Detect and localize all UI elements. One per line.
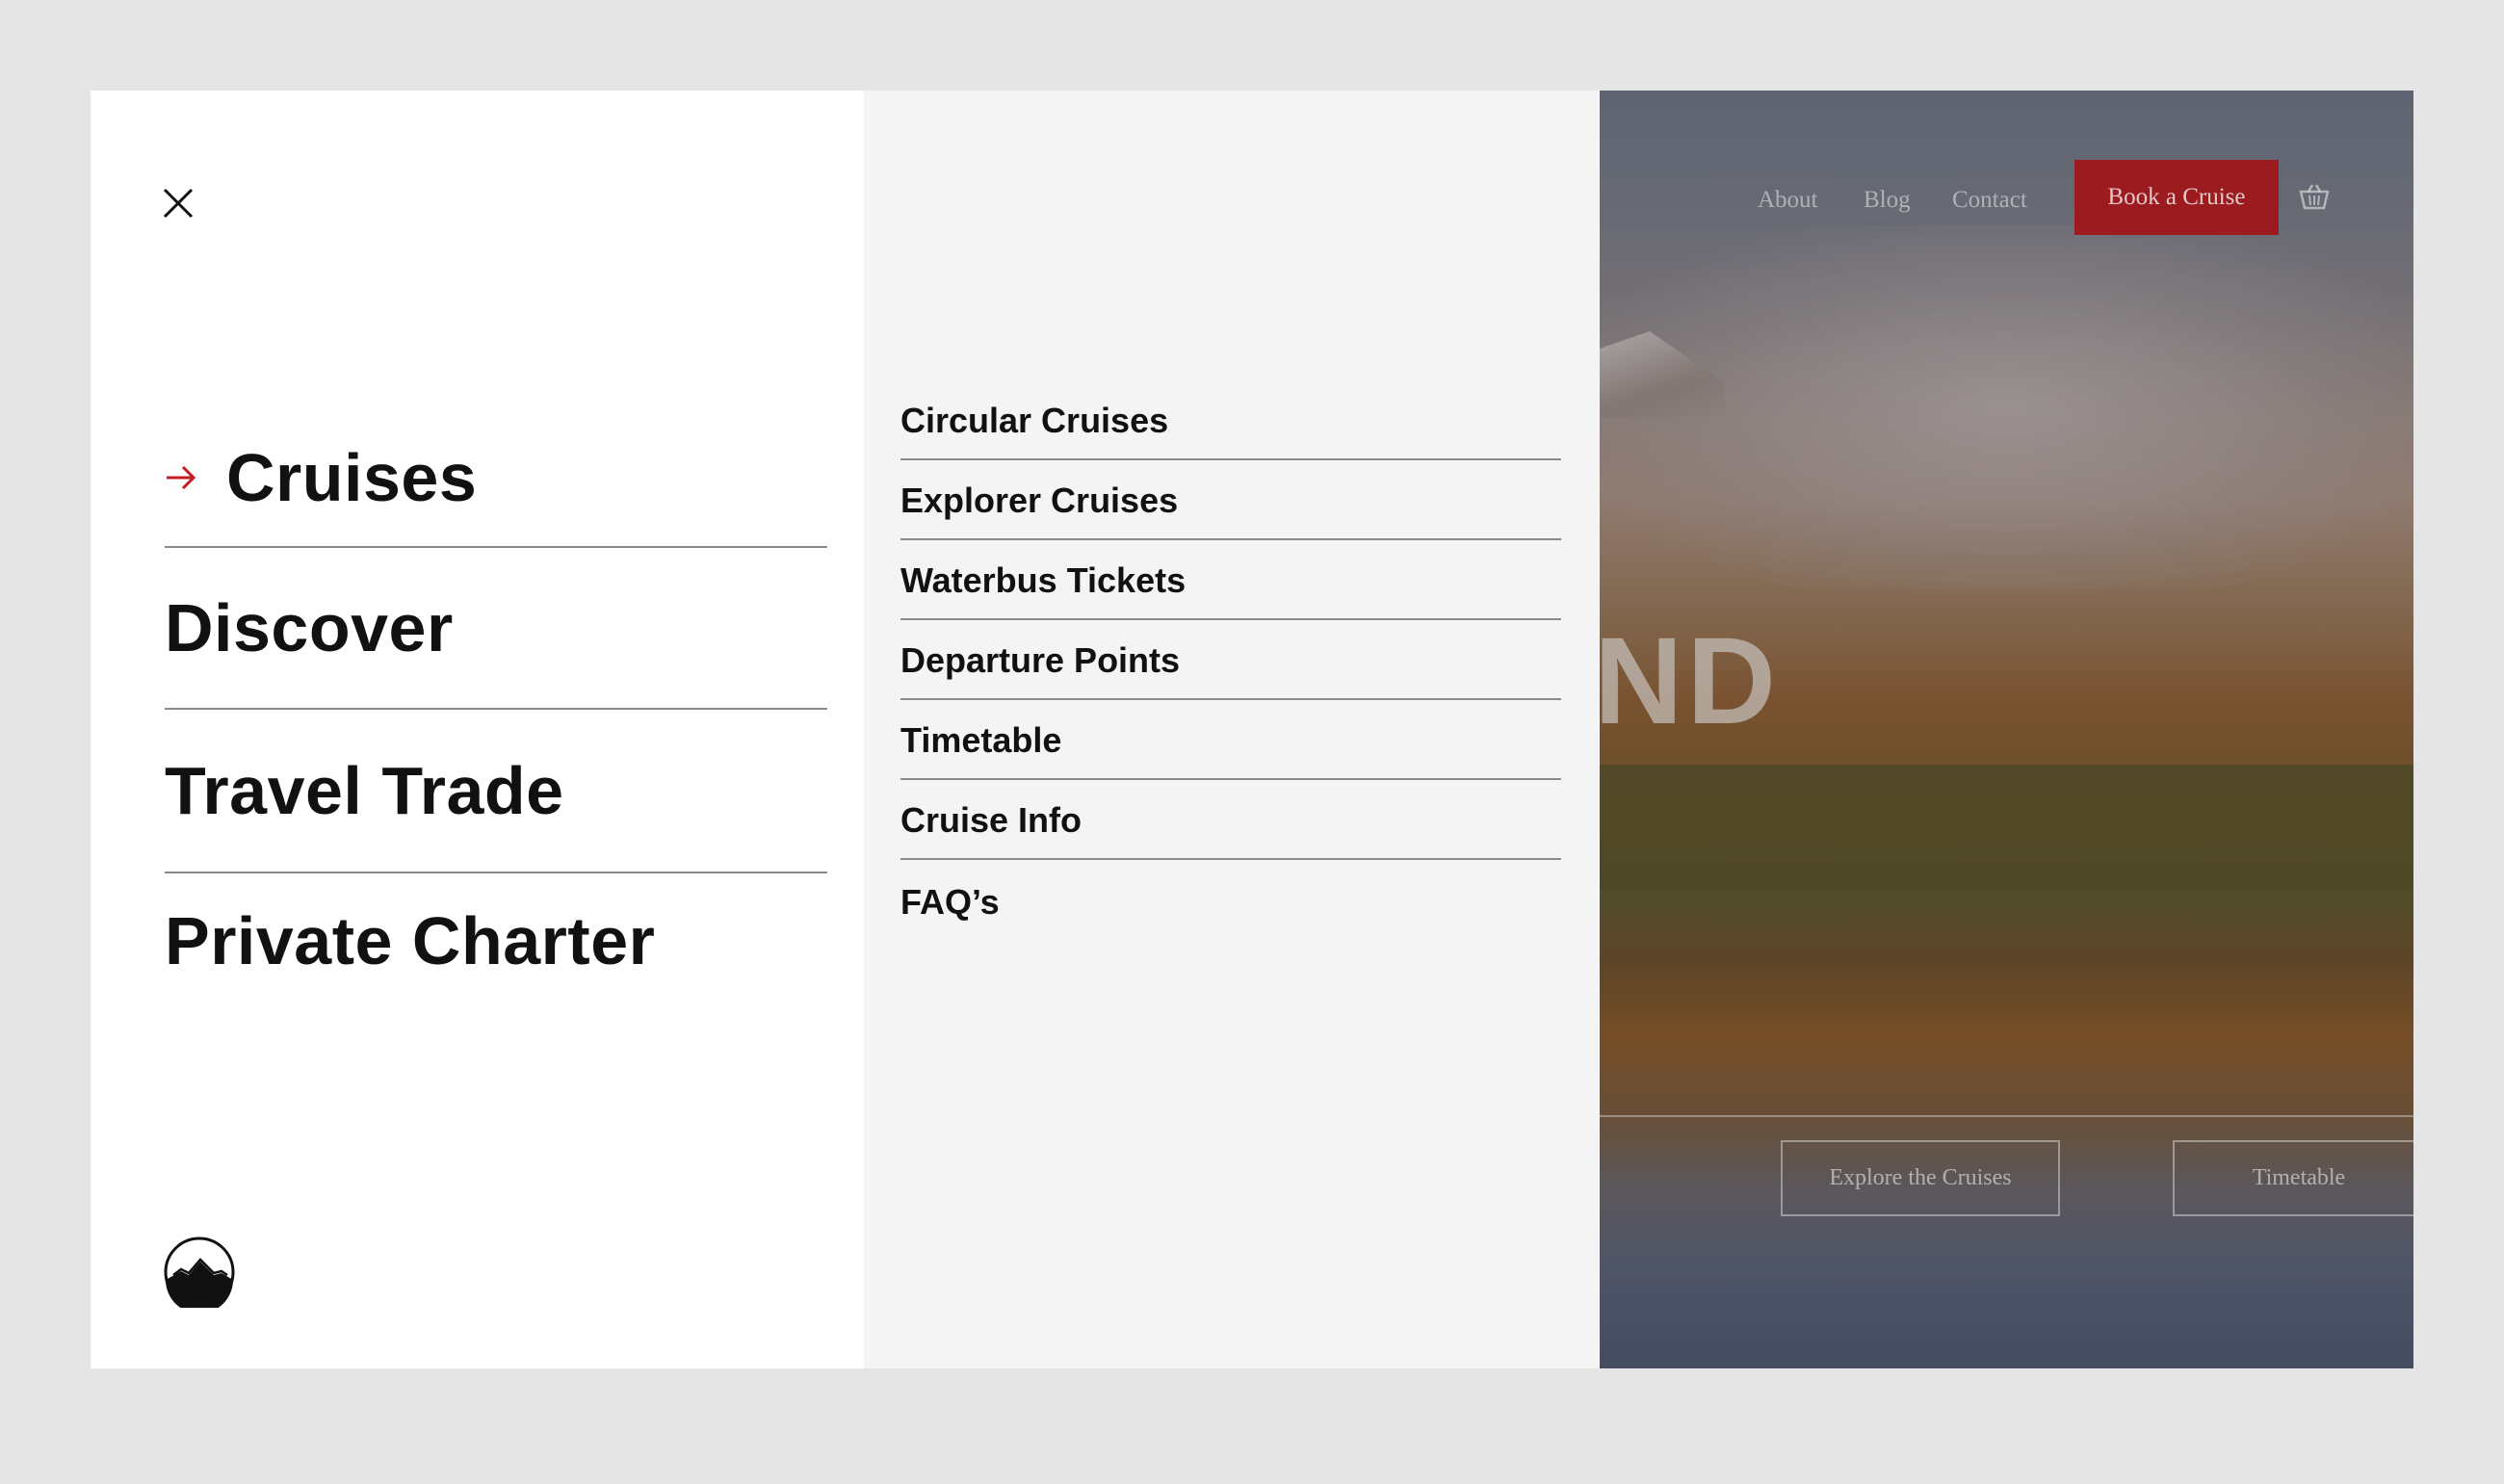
- close-button[interactable]: [162, 187, 195, 220]
- submenu-item-timetable[interactable]: Timetable: [900, 700, 1561, 780]
- submenu-item-label: Circular Cruises: [900, 401, 1169, 440]
- explore-cruises-button[interactable]: Explore the Cruises: [1781, 1140, 2060, 1216]
- book-a-cruise-button[interactable]: Book a Cruise: [2074, 160, 2279, 235]
- submenu-item-label: Cruise Info: [900, 800, 1082, 840]
- main-nav-item-travel-trade[interactable]: Travel Trade: [165, 710, 827, 873]
- submenu-panel: Circular Cruises Explorer Cruises Waterb…: [864, 91, 1600, 1368]
- submenu-item-departure-points[interactable]: Departure Points: [900, 620, 1561, 700]
- timetable-button[interactable]: Timetable: [2173, 1140, 2413, 1216]
- main-menu-panel: Cruises Discover Travel Trade Private Ch…: [91, 91, 864, 1368]
- main-nav-label: Discover: [165, 590, 454, 665]
- nav-link-about[interactable]: About: [1758, 187, 1818, 214]
- mountain-logo-icon: [164, 1237, 235, 1308]
- submenu-item-cruise-info[interactable]: Cruise Info: [900, 780, 1561, 860]
- submenu-item-faqs[interactable]: FAQ’s: [900, 860, 1561, 940]
- nav-link-blog[interactable]: Blog: [1864, 187, 1911, 214]
- main-nav-item-private-charter[interactable]: Private Charter: [165, 873, 827, 1008]
- hero-background: ND About Blog Contact Book a Cruise Expl…: [1594, 91, 2413, 1368]
- basket-icon: [2299, 184, 2330, 210]
- arrow-right-icon: [165, 461, 197, 494]
- main-nav-item-cruises[interactable]: Cruises: [165, 408, 827, 548]
- main-nav-item-discover[interactable]: Discover: [165, 548, 827, 710]
- submenu-item-label: Timetable: [900, 720, 1062, 760]
- basket-button[interactable]: [2299, 183, 2330, 210]
- main-nav: Cruises Discover Travel Trade Private Ch…: [165, 408, 827, 1008]
- top-nav: About Blog Contact Book a Cruise: [1600, 160, 2413, 235]
- submenu-item-label: Waterbus Tickets: [900, 560, 1187, 600]
- main-nav-label: Travel Trade: [165, 753, 564, 828]
- main-nav-label: Cruises: [226, 439, 478, 515]
- submenu-item-explorer-cruises[interactable]: Explorer Cruises: [900, 460, 1561, 540]
- app-frame: Cruises Discover Travel Trade Private Ch…: [91, 91, 2413, 1368]
- submenu-item-label: Explorer Cruises: [900, 481, 1179, 520]
- submenu-item-waterbus-tickets[interactable]: Waterbus Tickets: [900, 540, 1561, 620]
- submenu-item-label: FAQ’s: [900, 882, 1000, 922]
- main-nav-label: Private Charter: [165, 903, 656, 978]
- submenu-item-label: Departure Points: [900, 640, 1181, 680]
- close-icon: [163, 188, 194, 219]
- nav-link-contact[interactable]: Contact: [1952, 187, 2027, 214]
- hero-divider: [1600, 1115, 2413, 1117]
- hero-title: ND: [1594, 612, 1780, 750]
- submenu-item-circular-cruises[interactable]: Circular Cruises: [900, 397, 1561, 460]
- brand-logo[interactable]: [164, 1237, 235, 1308]
- submenu-nav: Circular Cruises Explorer Cruises Waterb…: [900, 397, 1561, 940]
